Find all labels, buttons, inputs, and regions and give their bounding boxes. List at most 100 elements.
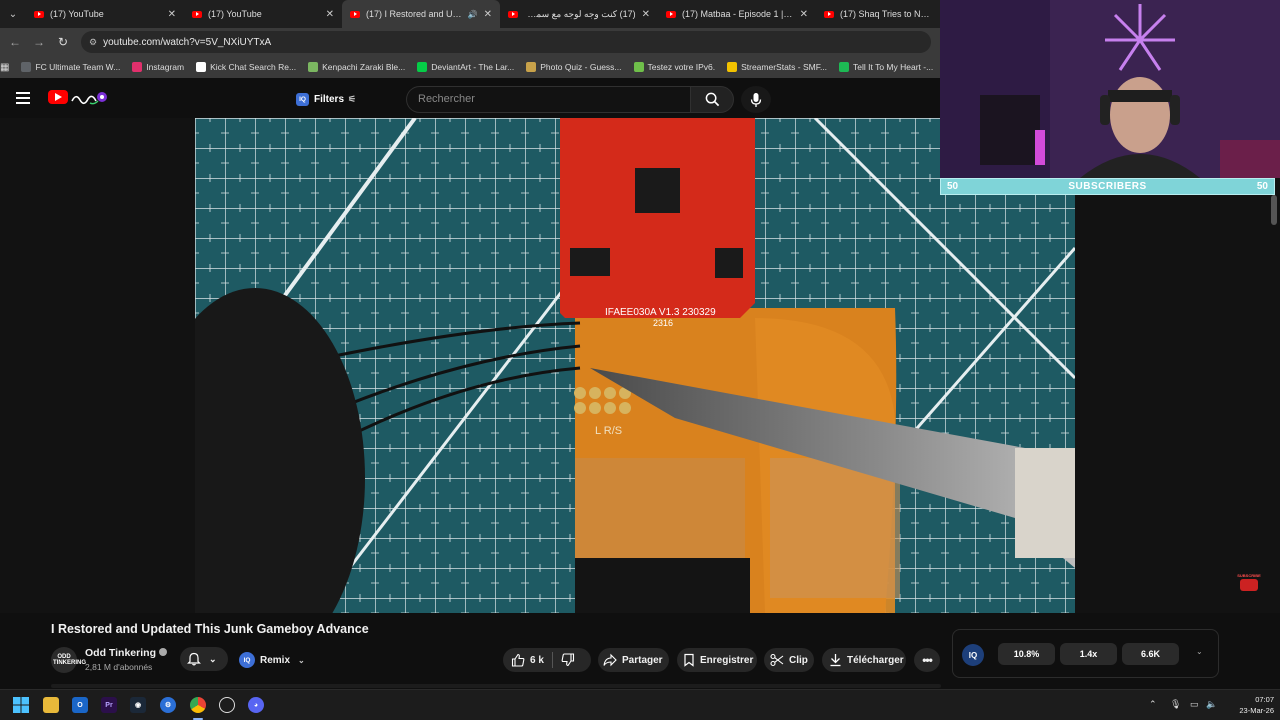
obs-icon[interactable] — [219, 697, 235, 713]
clip-label: Clip — [789, 654, 808, 666]
bookmark-item[interactable]: Tell It To My Heart -... — [839, 62, 933, 72]
search-icon — [705, 92, 719, 107]
bookmark-label: Kenpachi Zaraki Ble... — [322, 62, 406, 72]
outlook-icon[interactable]: O — [72, 697, 88, 713]
bookmark-icon — [684, 653, 694, 667]
bookmark-label: Photo Quiz - Guess... — [540, 62, 622, 72]
microphone-tray-icon[interactable]: 🎙 — [1170, 699, 1181, 710]
bookmark-item[interactable]: Instagram — [132, 62, 184, 72]
forward-arrow-icon[interactable]: → — [27, 35, 51, 49]
tab-close-icon[interactable]: ✕ — [800, 9, 808, 20]
tab-close-icon[interactable]: ✕ — [168, 9, 176, 20]
notifications-button[interactable]: ⌄ — [180, 647, 228, 671]
like-count: 6 k — [530, 654, 544, 666]
chevron-down-icon[interactable]: ⌄ — [1196, 647, 1203, 656]
browser-tab[interactable]: (17) كنت وجه لوجه مع سمكة عملاقة ✕ — [500, 0, 658, 28]
file-explorer-icon[interactable] — [43, 697, 59, 713]
subscribe-watermark[interactable]: SUBSCRIBE — [1234, 573, 1264, 595]
browser-tab[interactable]: (17) YouTube ✕ — [26, 0, 184, 28]
bookmark-item[interactable]: Kick Chat Search Re... — [196, 62, 296, 72]
system-clock[interactable]: 07:07 23-Mar-26 — [1226, 694, 1274, 716]
youtube-logo-icon[interactable] — [48, 90, 68, 104]
battlenet-icon[interactable]: ⚙ — [160, 697, 176, 713]
share-button[interactable]: Partager — [598, 648, 669, 672]
iq-stat-outlier[interactable]: 10.8% — [998, 643, 1055, 665]
more-actions-button[interactable]: ••• — [914, 648, 940, 672]
tray-overflow-icon[interactable]: ⌃ — [1149, 699, 1157, 710]
screen: ⌄ (17) YouTube ✕ (17) YouTube ✕ (17) I R… — [0, 0, 1280, 720]
clip-button[interactable]: Clip — [764, 648, 814, 672]
bookmark-label: Kick Chat Search Re... — [210, 62, 297, 72]
bookmark-item[interactable]: Testez votre IPv6. — [633, 62, 715, 72]
subscribe-watermark-icon — [1240, 579, 1258, 591]
tab-title: (17) كنت وجه لوجه مع سمكة عملاقة — [524, 8, 636, 19]
youtube-favicon-icon — [824, 10, 834, 18]
channel-avatar[interactable]: ODD TINKERING — [51, 647, 86, 673]
iq-stat-multiplier[interactable]: 1.4x — [1060, 643, 1117, 665]
subscribe-watermark-text: SUBSCRIBE — [1237, 573, 1261, 578]
like-button[interactable]: 6 k — [503, 648, 591, 672]
youtube-doodle-icon[interactable] — [70, 89, 108, 107]
bookmark-item[interactable]: StreamerStats - SMF... — [727, 62, 827, 72]
network-icon[interactable]: ▭ — [1190, 699, 1199, 710]
back-arrow-icon[interactable]: ← — [3, 35, 27, 49]
channel-name-link[interactable]: Odd Tinkering — [85, 647, 167, 659]
search-button[interactable] — [690, 86, 734, 113]
browser-tab[interactable]: (17) Matbaa - Episode 1 | 1 الحلقة ✕ — [658, 0, 816, 28]
clock-date: 23-Mar-26 — [1239, 706, 1274, 715]
bookmark-item[interactable]: FC Ultimate Team W... — [21, 62, 120, 72]
filters-button[interactable]: IQ Filters ⚟ — [288, 88, 364, 110]
save-button[interactable]: Enregistrer — [677, 648, 757, 672]
bookmark-label: FC Ultimate Team W... — [35, 62, 121, 72]
iq-stat-views-per-hour[interactable]: 6.6K — [1122, 643, 1179, 665]
thumbs-down-icon[interactable] — [561, 653, 575, 667]
microphone-icon — [750, 92, 762, 107]
address-bar-row: ← → ↻ ⚙ youtube.com/watch?v=5V_NXiUYTxA — [0, 28, 940, 56]
tab-close-icon[interactable]: ✕ — [326, 9, 334, 20]
discord-icon[interactable]: ◕ — [248, 697, 264, 713]
download-icon — [830, 654, 841, 667]
steam-icon[interactable]: ◉ — [130, 697, 146, 713]
remix-button[interactable]: IQ Remix ⌄ — [236, 648, 311, 672]
download-label: Télécharger — [847, 654, 904, 666]
bookmarks-bar: ▦ FC Ultimate Team W... Instagram Kick Cha… — [0, 56, 940, 78]
bookmark-favicon-icon — [21, 62, 32, 72]
browser-tab[interactable]: (17) YouTube ✕ — [184, 0, 342, 28]
tab-close-icon[interactable]: ✕ — [642, 9, 650, 20]
site-info-icon[interactable]: ⚙ — [89, 37, 97, 48]
windows-taskbar: O Pr ◉ ⚙ ◕ ⌃ 🎙 ▭ 🔈 07:07 23-Mar-26 — [0, 689, 1280, 720]
tab-search-icon[interactable]: ⌄ — [0, 0, 26, 28]
browser-tab-active[interactable]: (17) I Restored and Update 🔊 ✕ — [342, 0, 500, 28]
share-icon — [603, 653, 617, 667]
bookmark-item[interactable]: DeviantArt - The Lar... — [417, 62, 514, 72]
windows-start-icon[interactable] — [13, 697, 29, 713]
bookmark-favicon-icon — [417, 62, 428, 72]
premiere-pro-icon[interactable]: Pr — [101, 697, 117, 713]
search-input[interactable]: Rechercher — [406, 86, 690, 113]
chevron-down-icon: ⌄ — [298, 655, 305, 665]
bookmark-favicon-icon — [727, 62, 738, 72]
voice-search-button[interactable] — [741, 86, 771, 113]
tab-title: (17) Matbaa - Episode 1 | 1 الحلقة — [682, 8, 794, 19]
channel-name: Odd Tinkering — [85, 647, 156, 659]
page-scrollbar[interactable] — [1271, 195, 1277, 225]
bookmark-label: DeviantArt - The Lar... — [431, 62, 515, 72]
bookmark-favicon-icon — [308, 62, 319, 72]
save-label: Enregistrer — [700, 654, 754, 666]
menu-icon[interactable] — [16, 92, 30, 104]
chevron-down-icon: ⌄ — [209, 653, 217, 664]
volume-icon[interactable]: 🔈 — [1206, 699, 1217, 710]
url-text: youtube.com/watch?v=5V_NXiUYTxA — [103, 36, 272, 48]
download-button[interactable]: Télécharger — [822, 648, 906, 672]
reload-icon[interactable]: ↻ — [51, 35, 75, 49]
scissors-icon — [770, 653, 784, 667]
tab-close-icon[interactable]: ✕ — [484, 9, 492, 20]
bookmark-item[interactable]: Photo Quiz - Guess... — [526, 62, 622, 72]
clock-time: 07:07 — [1255, 695, 1274, 704]
apps-grid-icon[interactable]: ▦ — [0, 62, 9, 73]
browser-tab[interactable]: (17) Shaq Tries to Not Make — [816, 0, 940, 28]
bookmark-item[interactable]: Kenpachi Zaraki Ble... — [308, 62, 405, 72]
url-field[interactable]: ⚙ youtube.com/watch?v=5V_NXiUYTxA — [81, 31, 931, 53]
chrome-icon[interactable] — [190, 697, 206, 713]
speaker-icon[interactable]: 🔊 — [468, 10, 478, 19]
